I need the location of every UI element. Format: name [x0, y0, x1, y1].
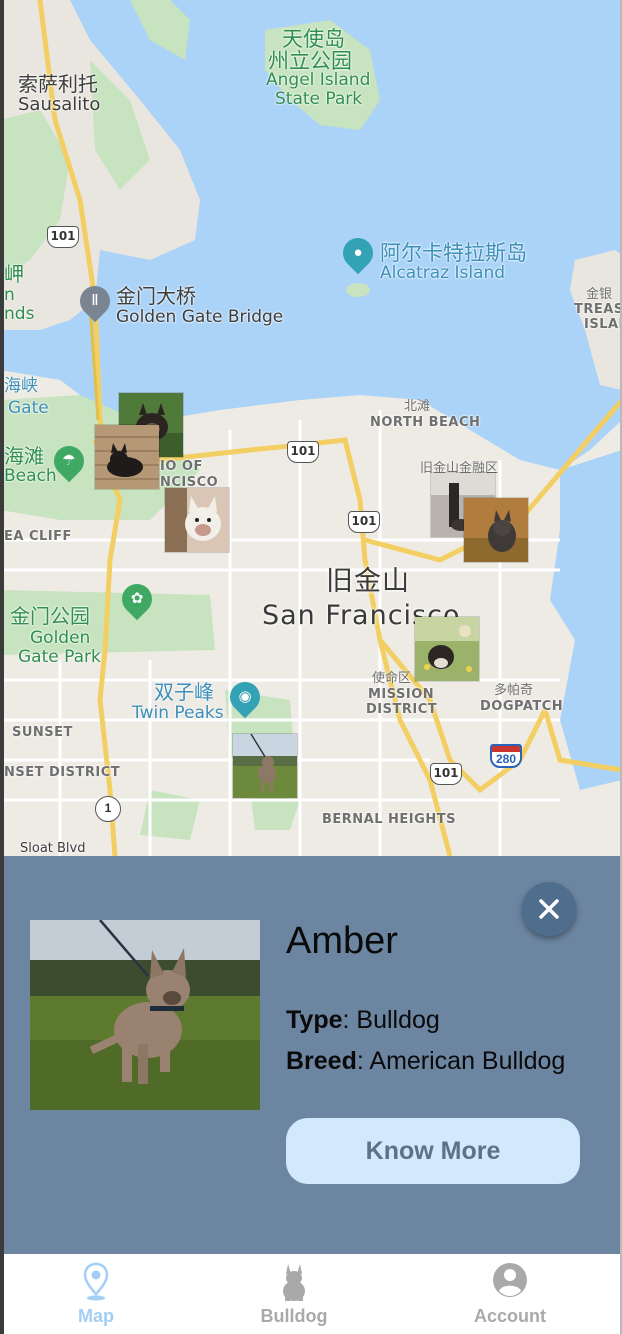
- beach-poi-marker[interactable]: ☂: [47, 439, 91, 483]
- sausalito-label-en: Sausalito: [18, 94, 101, 115]
- tab-map[interactable]: Map: [6, 1254, 186, 1334]
- alcatraz-poi-marker[interactable]: ●: [336, 231, 380, 275]
- strait-label-en: Gate: [8, 398, 49, 418]
- alcatraz-label-en: Alcatraz Island: [380, 263, 506, 283]
- tab-bulldog[interactable]: Bulldog: [204, 1254, 384, 1334]
- bridge-icon: Ⅱ: [91, 292, 99, 309]
- headlands-label-cn: 岬: [4, 262, 24, 286]
- dog-photo: [95, 425, 159, 489]
- bulldog-icon: [283, 1264, 305, 1301]
- twin-peaks-label-cn: 双子峰: [154, 680, 214, 704]
- beach-label-en: Beach: [4, 466, 57, 486]
- hwy-101-shield: 101: [47, 226, 79, 248]
- golden-gate-park-label-en1: Golden: [30, 628, 91, 648]
- bulldog-photo: [30, 920, 260, 1110]
- hwy-101-shield: 101: [348, 511, 380, 533]
- flower-icon: ✿: [130, 590, 144, 607]
- north-beach-label-cn: 北滩: [404, 399, 431, 414]
- dog-marker-3[interactable]: [164, 487, 230, 553]
- beach-label-cn: 海滩: [4, 444, 44, 468]
- dog-detail-card: Amber Type: Bulldog Breed: American Bull…: [4, 856, 620, 1254]
- sunset-district-label: NSET DISTRICT: [4, 765, 121, 780]
- treasure-island-label-en1: TREAS: [574, 302, 622, 317]
- headlands-label-en1: n: [4, 285, 15, 305]
- dog-marker-7[interactable]: [232, 733, 298, 799]
- close-button[interactable]: [522, 882, 576, 936]
- twin-peaks-poi-marker[interactable]: ◉: [223, 675, 267, 719]
- map-pin-icon: [83, 1262, 109, 1301]
- north-beach-label-en: NORTH BEACH: [370, 415, 481, 430]
- hwy-101-shield: 101: [430, 763, 462, 785]
- breed-label: Breed: [286, 1047, 357, 1075]
- type-value: Bulldog: [356, 1006, 440, 1034]
- dog-photo: [464, 498, 528, 562]
- type-label: Type: [286, 1006, 343, 1034]
- tab-account-label: Account: [474, 1306, 546, 1326]
- mission-label-en2: DISTRICT: [366, 702, 438, 717]
- hwy-101-shield: 101: [287, 441, 319, 463]
- sausalito-label-cn: 索萨利托: [18, 72, 98, 96]
- angel-island-label-cn2: 州立公园: [268, 49, 352, 73]
- know-more-button[interactable]: Know More: [286, 1118, 580, 1184]
- close-icon: [539, 899, 559, 919]
- bernal-heights-label: BERNAL HEIGHTS: [322, 812, 456, 827]
- breed-row: Breed: American Bulldog: [286, 1047, 566, 1075]
- angel-island-label-en: Angel Island: [266, 70, 371, 90]
- dogpatch-label-en: DOGPATCH: [480, 699, 564, 714]
- pin-icon: ●: [353, 244, 363, 261]
- headlands-label-en2: nds: [4, 304, 35, 324]
- golden-gate-park-poi-marker[interactable]: ✿: [115, 577, 159, 621]
- account-icon: [493, 1263, 527, 1297]
- hwy-1-shield: 1: [95, 796, 121, 822]
- angel-island-label-en2: State Park: [275, 89, 363, 109]
- sunset-label: SUNSET: [12, 725, 73, 740]
- dog-name-heading: Amber: [286, 920, 398, 962]
- breed-value: American Bulldog: [369, 1047, 566, 1075]
- dog-photo: [30, 920, 260, 1110]
- umbrella-icon: ☂: [62, 452, 76, 469]
- dog-marker-5[interactable]: [463, 497, 529, 563]
- san-francisco-label-cn: 旧金山: [326, 566, 410, 597]
- alcatraz-label-cn: 阿尔卡特拉斯岛: [380, 241, 527, 265]
- type-row: Type: Bulldog: [286, 1006, 440, 1034]
- dog-marker-6[interactable]: [414, 616, 480, 682]
- golden-gate-bridge-poi-marker[interactable]: Ⅱ: [73, 279, 117, 323]
- treasure-island-label-en2: ISLAN: [584, 317, 622, 332]
- golden-gate-park-label-en2: Gate Park: [18, 647, 101, 667]
- treasure-island-label-cn: 金银: [586, 287, 613, 302]
- dog-photo: [233, 734, 297, 798]
- map-view[interactable]: 天使岛 州立公园 Angel Island State Park 索萨利托 Sa…: [0, 0, 622, 856]
- bottom-tab-bar: Map Bulldog Account: [4, 1254, 620, 1334]
- frame-edge-left: [0, 0, 4, 1334]
- dogpatch-label-cn: 多帕奇: [494, 683, 534, 698]
- tab-map-label: Map: [78, 1306, 114, 1326]
- sea-cliff-label: EA CLIFF: [4, 529, 72, 544]
- golden-gate-park-label-cn: 金门公园: [10, 604, 90, 628]
- tab-account[interactable]: Account: [420, 1254, 600, 1334]
- mission-label-en1: MISSION: [368, 687, 435, 702]
- angel-island-label-cn: 天使岛: [282, 27, 345, 51]
- dog-marker-2[interactable]: [94, 424, 160, 490]
- dog-photo: [415, 617, 479, 681]
- dog-photo: [165, 488, 229, 552]
- tab-bulldog-label: Bulldog: [260, 1306, 328, 1326]
- camera-icon: ◉: [238, 688, 252, 705]
- strait-label-cn: 海峡: [4, 376, 38, 396]
- golden-gate-bridge-label-en: Golden Gate Bridge: [116, 307, 284, 327]
- golden-gate-bridge-label-cn: 金门大桥: [116, 284, 196, 308]
- i-280-shield: 280: [490, 744, 522, 768]
- sloat-blvd-label: Sloat Blvd: [20, 841, 86, 856]
- mission-label-cn: 使命区: [372, 671, 412, 686]
- presidio-label-1: IO OF: [160, 459, 203, 474]
- twin-peaks-label-en: Twin Peaks: [132, 703, 224, 723]
